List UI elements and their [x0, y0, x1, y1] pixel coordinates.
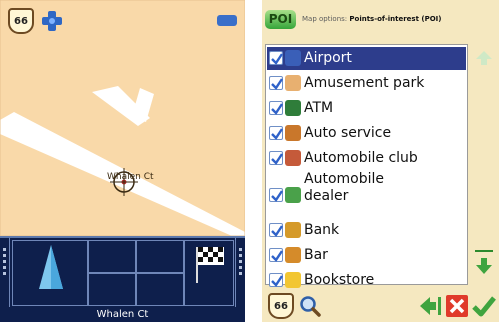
street-label: Whalen Ct: [107, 172, 154, 182]
info-cell-bottom-left[interactable]: [88, 273, 136, 306]
back-arrow-icon[interactable]: [418, 294, 442, 318]
zoom-out-icon[interactable]: [217, 15, 237, 26]
poi-item-label: Bank: [304, 222, 340, 238]
poi-title-value: Points-of-interest (POI): [349, 15, 442, 23]
poi-list-item[interactable]: Auto service: [267, 122, 466, 145]
checkbox[interactable]: [269, 273, 283, 287]
checkbox[interactable]: [269, 151, 283, 165]
search-magnifier-icon[interactable]: [298, 294, 322, 318]
right-scroll-strip[interactable]: [235, 238, 245, 307]
poi-header: POI Map options: Points-of-interest (POI…: [262, 0, 499, 38]
poi-list-item[interactable]: Automobile club: [267, 147, 466, 170]
destination-cell[interactable]: [184, 240, 234, 306]
poi-list-item[interactable]: Bar: [267, 244, 466, 267]
direction-cell[interactable]: [12, 240, 88, 306]
info-cell-top-right[interactable]: [136, 240, 184, 273]
poi-list-item[interactable]: Automobile dealer: [267, 171, 466, 217]
poi-item-label: Amusement park: [304, 75, 425, 91]
ice-cream-icon: [285, 75, 301, 91]
close-x-icon[interactable]: [446, 294, 468, 318]
scroll-down-arrow-icon[interactable]: [475, 257, 493, 275]
poi-options-screen: POI Map options: Points-of-interest (POI…: [262, 0, 499, 322]
poi-list-item[interactable]: Amusement park: [267, 72, 466, 95]
poi-list-item[interactable]: Airport: [267, 47, 466, 70]
poi-item-label: Bookstore: [304, 272, 375, 288]
info-cell-bottom-right[interactable]: [136, 273, 184, 306]
map-top-bar: 66: [0, 0, 245, 40]
confirm-check-icon[interactable]: [472, 294, 496, 318]
poi-item-label: Airport: [304, 50, 352, 66]
poi-item-label: Auto service: [304, 125, 392, 141]
poi-category-list[interactable]: Airport Amusement park ATM Auto service Auto…: [265, 44, 468, 288]
checkbox[interactable]: [269, 51, 283, 65]
left-scroll-strip[interactable]: [0, 238, 10, 307]
bank-icon: [285, 222, 301, 238]
atm-card-icon: [285, 100, 301, 116]
map-screen: 66 Whalen Ct Whalen Ct: [0, 0, 245, 322]
navigation-dashboard: [0, 236, 245, 309]
checkbox[interactable]: [269, 248, 283, 262]
scroll-separator: [475, 250, 493, 252]
checkbox[interactable]: [269, 101, 283, 115]
tire-icon: [285, 150, 301, 166]
poi-title: Map options: Points-of-interest (POI): [302, 14, 441, 24]
current-street-status: Whalen Ct: [0, 307, 245, 322]
route-66-shield-icon[interactable]: 66: [268, 293, 294, 319]
beer-icon: [285, 247, 301, 263]
route-66-shield-icon[interactable]: 66: [8, 8, 34, 34]
poi-item-label: Automobile dealer: [304, 171, 384, 204]
poi-footer-toolbar: 66: [262, 289, 499, 322]
checkbox[interactable]: [269, 126, 283, 140]
checkbox[interactable]: [269, 76, 283, 90]
poi-title-label: Map options:: [302, 15, 348, 23]
checkbox[interactable]: [269, 188, 283, 202]
scroll-up-arrow-icon[interactable]: [475, 50, 493, 66]
poi-item-label: Bar: [304, 247, 328, 263]
poi-list-item[interactable]: Bank: [267, 219, 466, 242]
checkbox[interactable]: [269, 223, 283, 237]
poi-list-item[interactable]: ATM: [267, 97, 466, 120]
list-scrollbar[interactable]: [472, 44, 496, 285]
book-icon: [285, 272, 301, 288]
airplane-icon: [285, 50, 301, 66]
car-icon: [285, 187, 301, 203]
direction-arrow-icon: [39, 245, 63, 289]
poi-logo: POI: [265, 10, 296, 29]
poi-item-label: Automobile club: [304, 150, 418, 166]
zoom-in-icon[interactable]: [41, 10, 63, 32]
info-cell-top-left[interactable]: [88, 240, 136, 273]
wrench-icon: [285, 125, 301, 141]
checkered-flag-icon: [196, 247, 224, 283]
poi-item-label: ATM: [304, 100, 334, 116]
